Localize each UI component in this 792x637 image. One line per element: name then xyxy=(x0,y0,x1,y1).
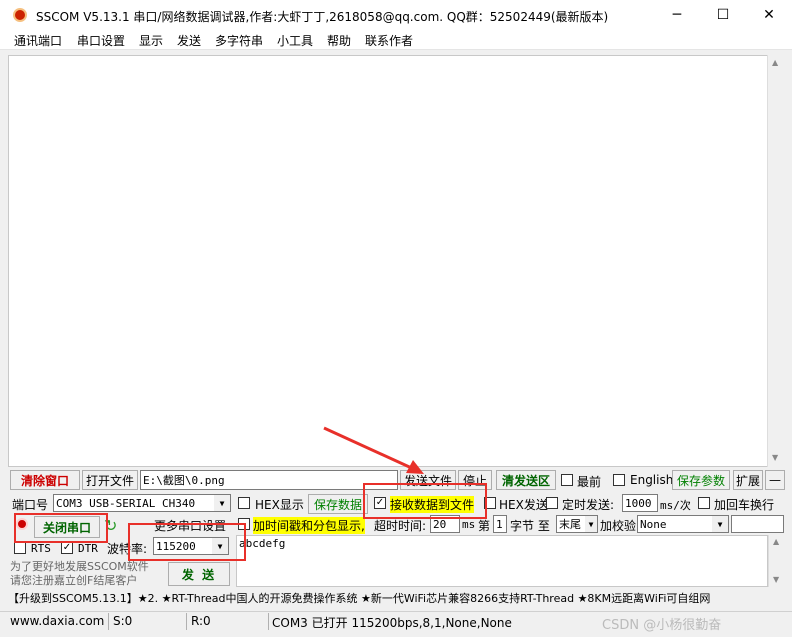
hex-display-checkbox[interactable] xyxy=(238,497,250,509)
open-file-button[interactable]: 打开文件 xyxy=(82,470,138,490)
hex-display-label: HEX显示 xyxy=(255,498,304,512)
send-button[interactable]: 发 送 xyxy=(168,562,230,586)
clear-window-button[interactable]: 清除窗口 xyxy=(10,470,80,490)
window-title: SSCOM V5.13.1 串口/网络数据调试器,作者:大虾丁丁,2618058… xyxy=(36,10,609,24)
menu-contact-author[interactable]: 联系作者 xyxy=(365,32,413,49)
status-sent-count: S:0 xyxy=(113,614,133,628)
english-label: English xyxy=(630,473,674,487)
status-divider xyxy=(186,613,187,630)
scroll-down-icon[interactable]: ▼ xyxy=(773,575,779,584)
maximize-button[interactable]: ☐ xyxy=(700,0,746,30)
timed-send-label: 定时发送: xyxy=(562,498,615,512)
interval-input[interactable]: 1000 xyxy=(622,494,658,512)
timestamp-label: 加时间戳和分包显示, xyxy=(253,517,365,534)
annotation-box-baud xyxy=(128,523,246,561)
title-bar: SSCOM V5.13.1 串口/网络数据调试器,作者:大虾丁丁,2618058… xyxy=(0,0,792,30)
menu-display[interactable]: 显示 xyxy=(139,32,163,49)
status-divider xyxy=(268,613,269,630)
nth-label: 第 xyxy=(478,519,491,533)
chevron-down-icon[interactable]: ▼ xyxy=(214,495,230,511)
top-most-label: 最前 xyxy=(577,475,602,489)
news-ticker[interactable]: 【升级到SSCOM5.13.1】★2. ★RT-Thread中国人的开源免费操作… xyxy=(8,590,784,607)
port-select[interactable]: COM3 USB-SERIAL CH340 ▼ xyxy=(53,494,231,512)
dtr-label: DTR xyxy=(78,542,98,555)
menu-bar: 通讯端口 串口设置 显示 发送 多字符串 小工具 帮助 联系作者 xyxy=(0,30,792,50)
annotation-arrow xyxy=(323,426,424,474)
end-value: 末尾 xyxy=(559,518,581,531)
rts-label: RTS xyxy=(31,542,51,555)
english-checkbox[interactable] xyxy=(613,474,625,486)
end-select[interactable]: 末尾 ▼ xyxy=(556,515,598,533)
menu-comm-port[interactable]: 通讯端口 xyxy=(14,32,62,49)
app-icon xyxy=(13,8,27,22)
send-text-area[interactable]: abcdefg xyxy=(236,535,768,587)
csdn-watermark: CSDN @小杨很勤奋 xyxy=(602,618,722,633)
menu-send[interactable]: 发送 xyxy=(177,32,201,49)
byte-to-label: 字节 至 xyxy=(510,519,550,533)
hex-send-label: HEX发送 xyxy=(499,498,548,512)
send-scrollbar[interactable]: ▲ ▼ xyxy=(768,535,784,587)
save-params-button[interactable]: 保存参数 xyxy=(672,470,730,490)
add-crlf-label: 加回车换行 xyxy=(714,498,775,512)
timed-send-checkbox[interactable] xyxy=(546,497,558,509)
annotation-box-recv-to-file xyxy=(363,483,487,519)
promo-line-2: 请您注册嘉立创F结尾客户 xyxy=(10,574,138,587)
rts-checkbox[interactable] xyxy=(14,542,26,554)
status-divider xyxy=(108,613,109,630)
timeout-label: 超时时间: xyxy=(374,519,427,533)
menu-tools[interactable]: 小工具 xyxy=(277,32,313,49)
menu-multi-string[interactable]: 多字符串 xyxy=(215,32,263,49)
menu-serial-settings[interactable]: 串口设置 xyxy=(77,32,125,49)
annotation-box-close-port xyxy=(14,513,108,543)
port-value: COM3 USB-SERIAL CH340 xyxy=(56,496,196,510)
status-bar: www.daxia.com S:0 R:0 COM3 已打开 115200bps… xyxy=(0,611,792,633)
status-port: COM3 已打开 115200bps,8,1,None,None xyxy=(272,616,512,630)
expand-button[interactable]: 扩展 xyxy=(733,470,763,490)
checksum-extra-input[interactable] xyxy=(731,515,784,533)
port-label: 端口号 xyxy=(12,498,49,512)
status-site[interactable]: www.daxia.com xyxy=(10,614,104,628)
checksum-value: None xyxy=(640,517,667,531)
close-button[interactable]: ✕ xyxy=(746,0,792,30)
scroll-up-icon[interactable]: ▲ xyxy=(773,537,779,546)
timeout-unit: ms xyxy=(462,518,476,531)
chevron-down-icon[interactable]: ▼ xyxy=(585,516,597,532)
interval-unit: ms/次 xyxy=(660,499,691,512)
menu-help[interactable]: 帮助 xyxy=(327,32,351,49)
dtr-checkbox[interactable]: ✓ xyxy=(61,542,73,554)
clear-send-button[interactable]: 清发送区 xyxy=(496,470,556,490)
receive-area[interactable] xyxy=(8,55,776,467)
status-recv-count: R:0 xyxy=(191,614,211,628)
add-crlf-checkbox[interactable] xyxy=(698,497,710,509)
scroll-up-icon[interactable]: ▲ xyxy=(772,58,778,67)
top-most-checkbox[interactable] xyxy=(561,474,573,486)
scroll-down-icon[interactable]: ▼ xyxy=(772,453,778,462)
minimize-button[interactable]: ─ xyxy=(654,0,700,30)
nth-input[interactable]: 1 xyxy=(493,515,507,533)
save-data-button[interactable]: 保存数据 xyxy=(308,494,368,514)
collapse-button[interactable]: — xyxy=(765,470,785,490)
receive-scrollbar[interactable]: ▲ ▼ xyxy=(767,55,784,467)
checksum-label: 加校验 xyxy=(600,519,637,533)
checksum-select[interactable]: None ▼ xyxy=(637,515,729,533)
chevron-down-icon[interactable]: ▼ xyxy=(712,516,728,532)
